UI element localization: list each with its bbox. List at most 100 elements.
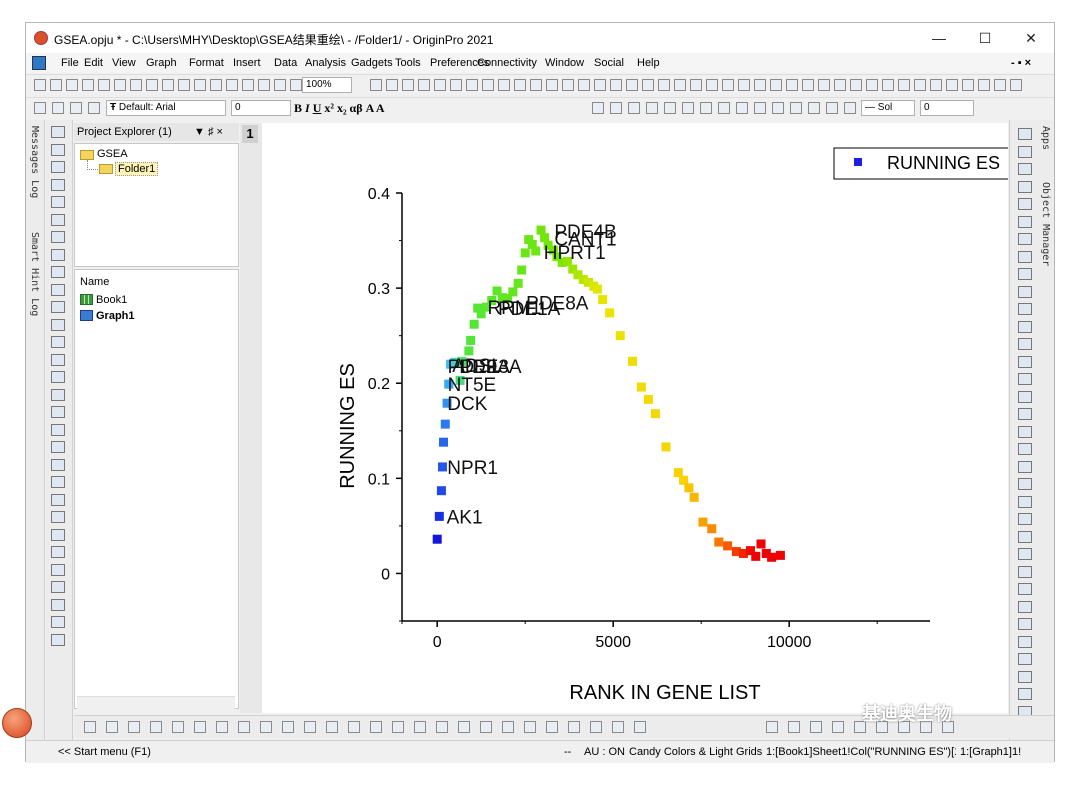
plot-type-icon[interactable]	[832, 721, 844, 733]
plot-type-icon[interactable]	[216, 721, 228, 733]
tool-button-icon[interactable]	[51, 283, 65, 296]
tool-button-icon[interactable]	[51, 441, 65, 453]
toolbar-button-icon[interactable]	[450, 79, 462, 91]
tool-button-icon[interactable]	[51, 301, 65, 313]
close-button[interactable]: ✕	[1008, 23, 1054, 53]
plot-type-icon[interactable]	[304, 721, 316, 733]
start-menu-orb-icon[interactable]	[2, 708, 32, 738]
toolbar-button-icon[interactable]	[826, 102, 838, 114]
tool-button-icon[interactable]	[51, 598, 65, 611]
menu-insert[interactable]: Insert	[233, 57, 261, 69]
menu-help[interactable]: Help	[637, 57, 660, 69]
plot-type-icon[interactable]	[568, 721, 580, 733]
menu-view[interactable]: View	[112, 57, 136, 69]
tool-button-icon[interactable]	[51, 161, 65, 173]
toolbar-button-icon[interactable]	[1010, 79, 1022, 91]
smart-hint-log-tab[interactable]: Smart Hint Log	[29, 232, 40, 316]
list-item-graph1[interactable]: Graph1	[96, 310, 135, 322]
tool-button-icon[interactable]	[51, 633, 65, 646]
toolbar-button-icon[interactable]	[736, 102, 748, 114]
line-width-combo[interactable]: 0	[920, 100, 974, 116]
line-style-combo[interactable]: — Sol	[861, 100, 915, 116]
tool-button-icon[interactable]	[51, 213, 65, 226]
text-format-buttons[interactable]: B I U x² x₂ αβ A A	[294, 101, 385, 116]
plot-type-icon[interactable]	[788, 721, 800, 733]
window-menu-icon[interactable]	[32, 56, 46, 70]
toolbar-button-icon[interactable]	[578, 79, 590, 91]
tool-button-icon[interactable]	[51, 143, 65, 156]
object-manager-tab[interactable]: Object Manager	[1040, 182, 1051, 266]
minimize-button[interactable]: —	[916, 23, 962, 53]
toolbar-button-icon[interactable]	[146, 79, 158, 91]
layout-tool-icon[interactable]	[1018, 320, 1032, 333]
toolbar-button-icon[interactable]	[434, 79, 446, 91]
toolbar-button-icon[interactable]	[466, 79, 478, 91]
apps-tab[interactable]: Apps	[1040, 126, 1051, 150]
tool-button-icon[interactable]	[51, 563, 65, 576]
plot-type-icon[interactable]	[810, 721, 822, 733]
plot-type-icon[interactable]	[370, 721, 382, 733]
toolbar-button-icon[interactable]	[226, 79, 238, 91]
toolbar-button-icon[interactable]	[370, 79, 382, 91]
layout-tool-icon[interactable]	[1018, 513, 1032, 525]
tool-button-icon[interactable]	[51, 178, 65, 191]
toolbar-button-icon[interactable]	[882, 79, 894, 91]
plot-type-icon[interactable]	[106, 721, 118, 733]
plot-type-icon[interactable]	[238, 721, 250, 733]
tree-item-folder1[interactable]: Folder1	[115, 162, 159, 176]
toolbar-button-icon[interactable]	[946, 79, 958, 91]
layout-tool-icon[interactable]	[1018, 670, 1032, 683]
plot-type-icon[interactable]	[392, 721, 404, 733]
tool-button-icon[interactable]	[51, 493, 65, 506]
layout-tool-icon[interactable]	[1018, 215, 1032, 228]
tool-button-icon[interactable]	[51, 318, 65, 331]
toolbar-button-icon[interactable]	[754, 79, 766, 91]
toolbar-button-icon[interactable]	[562, 79, 574, 91]
toolbar-button-icon[interactable]	[658, 79, 670, 91]
toolbar-button-icon[interactable]	[82, 79, 94, 91]
toolbar-button-icon[interactable]	[98, 79, 110, 91]
layout-tool-icon[interactable]	[1018, 268, 1032, 280]
tool-button-icon[interactable]	[51, 336, 65, 348]
toolbar-button-icon[interactable]	[498, 79, 510, 91]
toolbar-button-icon[interactable]	[700, 102, 712, 114]
plot-type-icon[interactable]	[348, 721, 360, 733]
toolbar-button-icon[interactable]	[818, 79, 830, 91]
tree-root-gsea[interactable]: GSEA	[97, 148, 128, 160]
toolbar-button-icon[interactable]	[706, 79, 718, 91]
tool-button-icon[interactable]	[51, 423, 65, 436]
menu-analysis[interactable]: Analysis	[305, 57, 346, 69]
plot-type-icon[interactable]	[546, 721, 558, 733]
toolbar-button-icon[interactable]	[50, 79, 62, 91]
plot-type-icon[interactable]	[172, 721, 184, 733]
toolbar-button-icon[interactable]	[194, 79, 206, 91]
toolbar-button-icon[interactable]	[178, 79, 190, 91]
toolbar-button-icon[interactable]	[930, 79, 942, 91]
plot-type-icon[interactable]	[282, 721, 294, 733]
layout-tool-icon[interactable]	[1018, 653, 1032, 665]
tool-button-icon[interactable]	[51, 388, 65, 401]
layout-tool-icon[interactable]	[1018, 163, 1032, 175]
plot-type-icon[interactable]	[524, 721, 536, 733]
toolbar-button-icon[interactable]	[162, 79, 174, 91]
layout-tool-icon[interactable]	[1018, 285, 1032, 298]
layout-tool-icon[interactable]	[1018, 618, 1032, 630]
toolbar-button-icon[interactable]	[290, 79, 302, 91]
tool-button-icon[interactable]	[51, 266, 65, 278]
toolbar-button-icon[interactable]	[592, 102, 604, 114]
tool-button-icon[interactable]	[51, 353, 65, 366]
menu-graph[interactable]: Graph	[146, 57, 177, 69]
tool-button-icon[interactable]	[51, 511, 65, 523]
scatter-chart[interactable]: 00.10.20.30.40 5000 10000 AK1NPR1DCKNT5EPD…	[262, 123, 1008, 713]
messages-log-tab[interactable]: Messages Log	[29, 126, 40, 198]
menu-gadgets[interactable]: Gadgets	[351, 57, 393, 69]
toolbar-button-icon[interactable]	[418, 79, 430, 91]
toolbar-button-icon[interactable]	[674, 79, 686, 91]
menu-data[interactable]: Data	[274, 57, 297, 69]
layout-tool-icon[interactable]	[1018, 530, 1032, 543]
toolbar-button-icon[interactable]	[834, 79, 846, 91]
plot-type-icon[interactable]	[414, 721, 426, 733]
toolbar-button-icon[interactable]	[844, 102, 856, 114]
toolbar-button-icon[interactable]	[898, 79, 910, 91]
toolbar-button-icon[interactable]	[642, 79, 654, 91]
